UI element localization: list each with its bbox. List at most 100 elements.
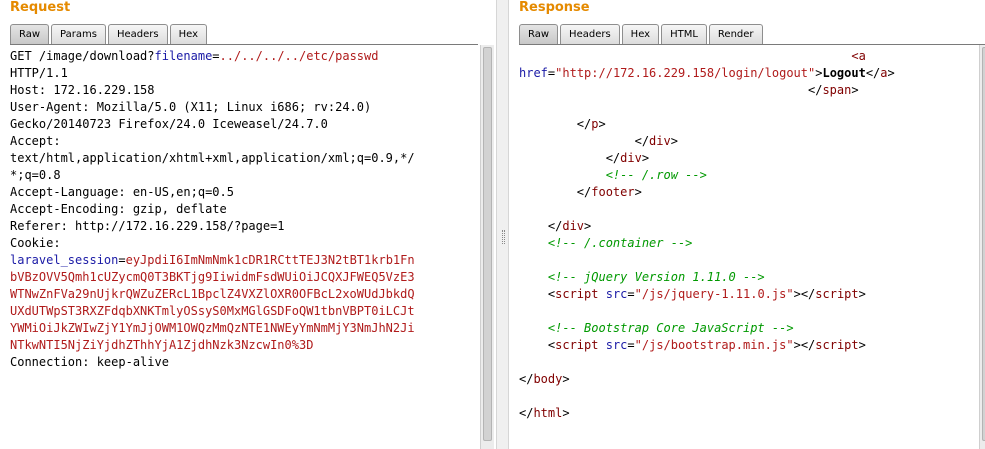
response-token: </ (519, 372, 534, 386)
request-line: YWMiOiJkZWIwZjY1YmJjOWM1OWQzMmQzNTE1NWEy… (10, 320, 476, 337)
request-line: Referer: http://172.16.229.158/?page=1 (10, 218, 476, 235)
response-token: > (670, 134, 678, 148)
response-line: <!-- /.row --> (519, 167, 971, 184)
response-token: "http://172.16.229.158/login/logout" (555, 66, 816, 80)
response-token: = (627, 338, 635, 352)
response-token (519, 270, 548, 284)
response-tab-hex[interactable]: Hex (621, 24, 660, 44)
request-line: Gecko/20140723 Firefox/24.0 Iceweasel/24… (10, 116, 476, 133)
request-scrollbar[interactable] (480, 45, 494, 449)
request-token: User-Agent: Mozilla/5.0 (X11; Linux i686… (10, 100, 372, 114)
request-line: Cookie: (10, 235, 476, 252)
request-token: laravel_session (10, 253, 119, 267)
request-scrollbar-thumb[interactable] (483, 47, 492, 441)
request-line: NTkwNTI5NjZiYjdhZThhYjA1ZjdhNzk3NzcwIn0%… (10, 337, 476, 354)
response-line (519, 99, 971, 116)
request-line: HTTP/1.1 (10, 65, 476, 82)
response-token: > (584, 219, 592, 233)
response-token: > (641, 151, 650, 165)
response-line: <!-- jQuery Version 1.11.0 --> (519, 269, 971, 286)
response-token: src (605, 338, 628, 352)
response-line: </html> (519, 405, 971, 422)
request-editor[interactable]: GET /image/download?filename=../../../..… (10, 48, 476, 371)
response-pane: Response Raw Headers Hex HTML Render <a h… (509, 0, 985, 449)
response-line: <a (519, 48, 971, 65)
request-token: Connection: keep-alive (10, 355, 169, 369)
response-token: > (858, 338, 866, 352)
response-line: </footer> (519, 184, 971, 201)
response-token (519, 321, 548, 335)
response-token: Logout (822, 66, 866, 80)
request-token: *;q=0.8 (10, 168, 61, 182)
response-line: <script src="/js/jquery-1.11.0.js"></scr… (519, 286, 971, 303)
response-token: ></ (793, 287, 816, 301)
response-editor[interactable]: <a href="http://172.16.229.158/login/logo… (519, 48, 971, 422)
request-line: Connection: keep-alive (10, 354, 476, 371)
response-token: > (858, 287, 866, 301)
request-token: bVBzOVV5Qmh1cUZycmQ0T3BKTjg9IiwidmFsdWUi… (10, 270, 415, 284)
response-title: Response (519, 0, 590, 15)
response-line: <!-- Bootstrap Core JavaScript --> (519, 320, 971, 337)
response-token (519, 168, 606, 182)
response-line: </div> (519, 218, 971, 235)
response-line: href="http://172.16.229.158/login/logout… (519, 65, 971, 82)
response-line: </body> (519, 371, 971, 388)
response-token: </ (519, 185, 592, 199)
response-token: div (562, 219, 585, 233)
request-token: UXdUTWpST3RXZFdqbXNKTmlyOSsyS0MxMGlGSDFo… (10, 304, 415, 318)
response-token: = (627, 287, 635, 301)
response-tab-raw[interactable]: Raw (519, 24, 559, 44)
response-line (519, 388, 971, 405)
request-token: ../../../../etc/passwd (219, 49, 379, 63)
response-token: > (562, 406, 570, 420)
response-token: </ (519, 219, 563, 233)
response-token: < (519, 49, 859, 63)
response-tab-html[interactable]: HTML (661, 24, 707, 44)
response-token: body (533, 372, 563, 386)
request-line: *;q=0.8 (10, 167, 476, 184)
request-pane: Request Raw Params Headers Hex GET /imag… (0, 0, 496, 449)
request-line: Accept-Encoding: gzip, deflate (10, 201, 476, 218)
response-line: </div> (519, 150, 971, 167)
request-tab-raw[interactable]: Raw (10, 24, 50, 44)
response-token: > (598, 117, 606, 131)
request-token: Accept: (10, 134, 61, 148)
response-token: a (858, 49, 866, 63)
response-token: src (605, 287, 628, 301)
response-line (519, 252, 971, 269)
request-tab-params[interactable]: Params (51, 24, 106, 44)
response-token: script (815, 338, 859, 352)
request-token: Accept-Language: en-US,en;q=0.5 (10, 185, 234, 199)
response-token: </ (519, 151, 621, 165)
pane-splitter[interactable] (496, 0, 509, 449)
request-line: Accept: (10, 133, 476, 150)
response-tab-headers[interactable]: Headers (560, 24, 620, 44)
response-token: < (519, 338, 556, 352)
request-token: WTNwZnFVa29nUjkrQWZuZERcL1BpclZ4VXZlOXR0… (10, 287, 415, 301)
request-line: WTNwZnFVa29nUjkrQWZuZERcL1BpclZ4VXZlOXR0… (10, 286, 476, 303)
response-token: </ (519, 134, 650, 148)
response-line (519, 303, 971, 320)
response-token: div (649, 134, 671, 148)
request-token: Referer: http://172.16.229.158/?page=1 (10, 219, 285, 233)
response-line: <script src="/js/bootstrap.min.js"></scr… (519, 337, 971, 354)
response-token: span (822, 83, 852, 97)
response-tab-render[interactable]: Render (708, 24, 763, 44)
request-line: text/html,application/xhtml+xml,applicat… (10, 150, 476, 167)
response-scrollbar[interactable] (979, 45, 985, 449)
request-token: = (212, 49, 220, 63)
response-token: "/js/jquery-1.11.0.js" (634, 287, 794, 301)
request-token: filename (154, 49, 213, 63)
request-line: User-Agent: Mozilla/5.0 (X11; Linux i686… (10, 99, 476, 116)
response-token: > (634, 185, 642, 199)
response-token (598, 287, 605, 301)
response-token: <!-- Bootstrap Core JavaScript --> (547, 321, 794, 335)
response-tabs: Raw Headers Hex HTML Render (519, 24, 765, 44)
request-tab-headers[interactable]: Headers (107, 24, 168, 44)
response-token: script (555, 338, 599, 352)
request-token: = (118, 253, 126, 267)
request-tab-hex[interactable]: Hex (169, 24, 207, 44)
response-token: ></ (793, 338, 816, 352)
response-line: </span> (519, 82, 971, 99)
request-title: Request (10, 0, 71, 15)
